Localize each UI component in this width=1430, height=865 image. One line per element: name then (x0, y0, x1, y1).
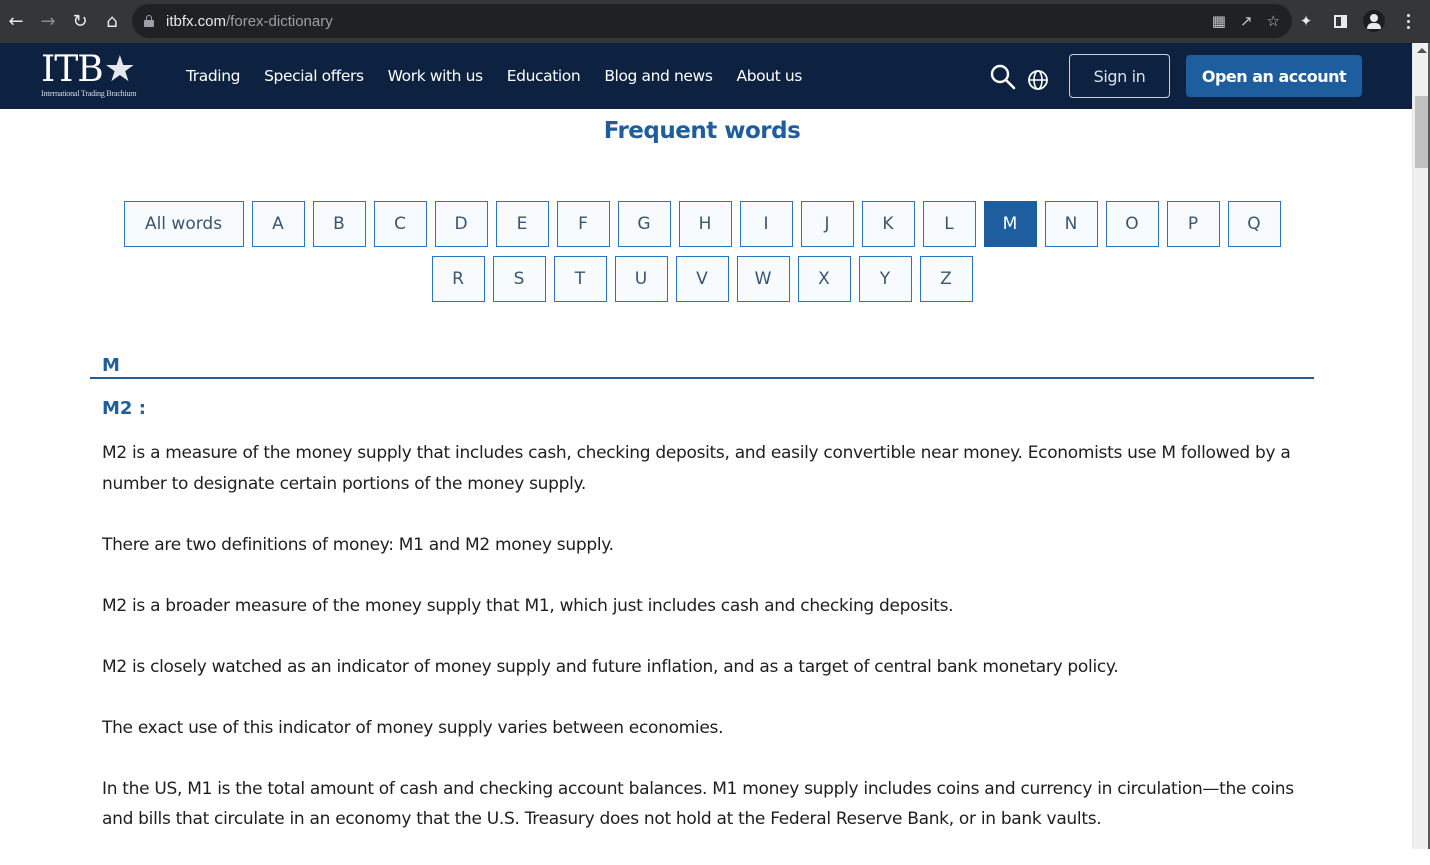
globe-icon[interactable] (1027, 69, 1049, 91)
scroll-thumb[interactable] (1415, 96, 1429, 168)
letter-t[interactable]: T (553, 256, 607, 302)
letter-i[interactable]: I (739, 201, 793, 247)
letter-e[interactable]: E (495, 201, 549, 247)
letter-row-1: All words A B C D E F G H I J K L M N O P Q (0, 201, 1404, 247)
nav-about-us[interactable]: About us (737, 67, 803, 85)
paragraph: M2 is a broader measure of the money sup… (102, 595, 954, 616)
page-title: Frequent words (603, 118, 801, 144)
logo-tagline: International Trading Brachium (41, 89, 137, 98)
letter-u[interactable]: U (614, 256, 668, 302)
nav-work-with-us[interactable]: Work with us (388, 67, 483, 85)
share-icon[interactable]: ↗ (1240, 12, 1253, 30)
back-icon[interactable]: ← (0, 6, 32, 38)
url-text[interactable]: itbfx.com/forex-dictionary (166, 13, 333, 30)
nav-blog-and-news[interactable]: Blog and news (604, 67, 713, 85)
search-icon[interactable] (990, 64, 1016, 90)
letter-y[interactable]: Y (858, 256, 912, 302)
reload-icon[interactable]: ↻ (64, 6, 96, 38)
main-nav: Trading Special offers Work with us Educ… (186, 43, 826, 109)
letter-d[interactable]: D (434, 201, 488, 247)
letter-b[interactable]: B (312, 201, 366, 247)
nav-education[interactable]: Education (507, 67, 581, 85)
lock-icon[interactable] (144, 15, 154, 27)
sign-in-button[interactable]: Sign in (1069, 54, 1170, 98)
profile-icon[interactable] (1362, 9, 1386, 33)
letter-row-2: RSTUVWXYZ (0, 256, 1404, 302)
letter-filter: All words A B C D E F G H I J K L M N O P Q RSTUVWXYZ (0, 201, 1404, 311)
letter-s[interactable]: S (492, 256, 546, 302)
letter-p[interactable]: P (1166, 201, 1220, 247)
url-path: /forex-dictionary (226, 12, 333, 30)
side-panel-icon[interactable] (1328, 9, 1352, 33)
paragraph: M2 is closely watched as an indicator of… (102, 656, 1119, 677)
open-account-button[interactable]: Open an account (1186, 55, 1362, 97)
nav-special-offers[interactable]: Special offers (264, 67, 364, 85)
letter-q[interactable]: Q (1227, 201, 1281, 247)
section-divider (90, 377, 1314, 379)
letter-f[interactable]: F (556, 201, 610, 247)
letter-g[interactable]: G (617, 201, 671, 247)
letter-x[interactable]: X (797, 256, 851, 302)
paragraph: The exact use of this indicator of money… (102, 717, 724, 738)
term-title: M2 : (102, 398, 146, 419)
letter-n[interactable]: N (1044, 201, 1098, 247)
logo-text: ITB (41, 49, 104, 90)
extensions-puzzle-icon[interactable]: ✦ (1294, 9, 1318, 33)
menu-kebab-icon[interactable] (1396, 9, 1420, 33)
letter-j[interactable]: J (800, 201, 854, 247)
section-letter-heading: M (102, 355, 120, 376)
letter-v[interactable]: V (675, 256, 729, 302)
bookmark-star-icon[interactable]: ☆ (1267, 12, 1280, 30)
forward-icon[interactable]: → (32, 6, 64, 38)
letter-w[interactable]: W (736, 256, 790, 302)
page-scrollbar[interactable] (1412, 43, 1430, 849)
paragraph: In the US, M1 is the total amount of cas… (102, 778, 1294, 830)
letter-o[interactable]: O (1105, 201, 1159, 247)
letter-l[interactable]: L (922, 201, 976, 247)
paragraph: There are two definitions of money: M1 a… (102, 534, 614, 555)
letter-k[interactable]: K (861, 201, 915, 247)
star-icon: ★ (103, 49, 136, 90)
translate-icon[interactable]: ▦ (1212, 12, 1226, 30)
term-definition: M2 is a measure of the money supply that… (102, 438, 1307, 865)
letter-r[interactable]: R (431, 256, 485, 302)
address-bar[interactable]: itbfx.com/forex-dictionary ▦ ↗ ☆ (132, 4, 1292, 38)
nav-trading[interactable]: Trading (186, 67, 240, 85)
letter-c[interactable]: C (373, 201, 427, 247)
site-header: ITB ★ International Trading Brachium Trad… (0, 43, 1412, 109)
paragraph: M2 is a measure of the money supply that… (102, 443, 1291, 494)
letter-all-words[interactable]: All words (123, 201, 244, 247)
browser-toolbar: ← → ↻ ⌂ itbfx.com/forex-dictionary ▦ ↗ ☆… (0, 0, 1430, 43)
scroll-up-arrow-icon[interactable] (1417, 48, 1427, 53)
home-icon[interactable]: ⌂ (96, 6, 128, 38)
letter-m[interactable]: M (983, 201, 1037, 247)
logo[interactable]: ITB ★ International Trading Brachium (41, 51, 145, 101)
letter-z[interactable]: Z (919, 256, 973, 302)
letter-h[interactable]: H (678, 201, 732, 247)
url-domain: itbfx.com (166, 12, 227, 30)
letter-a[interactable]: A (251, 201, 305, 247)
